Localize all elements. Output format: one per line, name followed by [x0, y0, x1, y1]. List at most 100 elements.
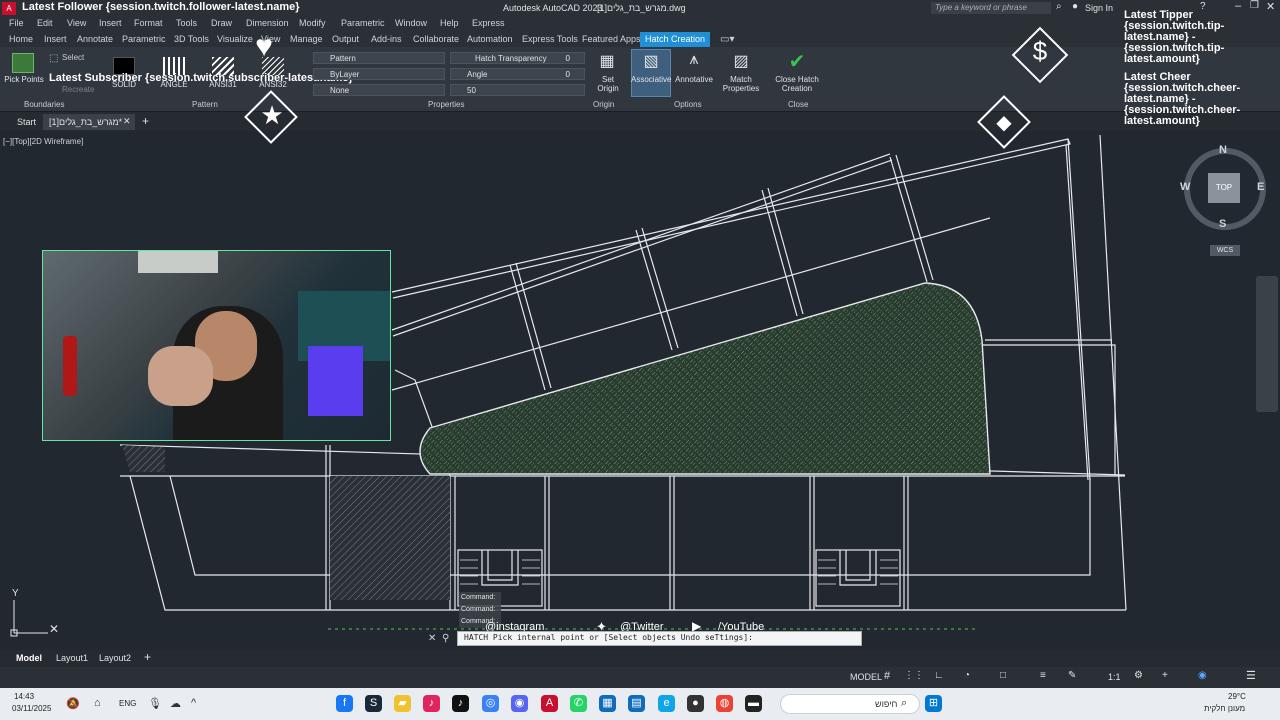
command-customize-icon[interactable]: ⚲ [442, 633, 449, 644]
hatch-color-combo[interactable]: ByLayer [313, 68, 445, 80]
menu-express[interactable]: Express [472, 18, 505, 28]
angle-field[interactable]: Angle 0 [450, 68, 585, 80]
discord-icon[interactable]: ◉ [511, 695, 528, 712]
close-check-icon[interactable]: ✔ [786, 49, 808, 74]
compass-east[interactable]: E [1257, 181, 1264, 193]
taskbar-date[interactable]: 03/11/2025 [12, 704, 51, 713]
plus-icon[interactable]: + [1162, 670, 1168, 681]
wcs-menu[interactable]: WCS [1210, 245, 1240, 256]
annotation-scale[interactable]: 1:1 [1108, 672, 1121, 682]
compass-south[interactable]: S [1219, 218, 1226, 230]
user-icon[interactable]: ● [1072, 1, 1078, 12]
annotative-button[interactable]: Annotative [674, 75, 714, 84]
layout2-tab[interactable]: Layout2 [99, 653, 131, 663]
autocad-logo-icon[interactable]: A [2, 2, 16, 15]
select-button[interactable]: Select [62, 53, 84, 62]
music-app-icon[interactable]: ♪ [423, 695, 440, 712]
menu-help[interactable]: Help [440, 18, 459, 28]
command-close-icon[interactable]: ✕ [428, 633, 436, 644]
browser-icon[interactable]: ◎ [482, 695, 499, 712]
hatch-transparency-field[interactable]: Hatch Transparency 0 [450, 52, 585, 64]
cloud-icon[interactable]: ☁ [170, 697, 181, 710]
calculator-icon[interactable]: ▦ [599, 695, 616, 712]
menu-view[interactable]: View [67, 18, 86, 28]
tiktok-icon[interactable]: ♪ [452, 695, 469, 712]
scale-field[interactable]: 50 [450, 84, 585, 96]
snap-icon[interactable]: ⋮⋮ [904, 670, 924, 681]
taskbar-time[interactable]: 14:43 [14, 692, 34, 701]
menu-file[interactable]: File [9, 18, 24, 28]
tab-featured-apps[interactable]: Featured Apps [582, 34, 641, 44]
tab-automation[interactable]: Automation [467, 34, 513, 44]
panel-boundaries[interactable]: Boundaries [24, 100, 64, 109]
tab-manage[interactable]: Manage [290, 34, 323, 44]
menu-modify[interactable]: Modify [299, 18, 326, 28]
facebook-icon[interactable]: f [336, 695, 353, 712]
model-space-toggle[interactable]: MODEL [850, 672, 882, 682]
tray-chevron-icon[interactable]: ^ [191, 697, 196, 709]
whatsapp-icon[interactable]: ✆ [570, 695, 587, 712]
menu-dimension[interactable]: Dimension [246, 18, 289, 28]
menu-parametric[interactable]: Parametric [341, 18, 385, 28]
search-icon[interactable]: ⌕ [1056, 1, 1062, 12]
isolate-icon[interactable]: ◉ [1198, 670, 1207, 681]
annotation-icon[interactable]: ✎ [1068, 670, 1076, 681]
autocad-taskbar-icon[interactable]: A [541, 695, 558, 712]
select-objects-icon[interactable]: ⬚ [49, 53, 58, 64]
microphone-icon[interactable]: 🎙 [148, 697, 162, 710]
panel-origin[interactable]: Origin [593, 100, 614, 109]
panel-options[interactable]: Options [674, 100, 702, 109]
panel-close[interactable]: Close [788, 100, 808, 109]
set-origin-icon[interactable]: ▦ [597, 51, 617, 71]
lineweight-icon[interactable]: ≡ [1040, 670, 1046, 681]
customize-menu-icon[interactable]: ☰ [1246, 669, 1256, 682]
tab-add-ins[interactable]: Add-ins [371, 34, 402, 44]
terminal-icon[interactable]: ▬ [745, 695, 762, 712]
tab-annotate[interactable]: Annotate [77, 34, 113, 44]
weather-temp[interactable]: 29°C [1228, 692, 1246, 701]
annotative-icon[interactable]: ⩚ [684, 51, 704, 69]
windows-start-icon[interactable]: ⊞ [925, 695, 942, 712]
match-properties-button[interactable]: Match Properties [719, 75, 763, 93]
search-box[interactable]: Type a keyword or phrase [931, 2, 1051, 14]
taskbar-search-box[interactable]: חיפוש ⌕ [780, 694, 920, 714]
background-color-combo[interactable]: None [313, 84, 445, 96]
steam-icon[interactable]: S [365, 695, 382, 712]
recreate-button[interactable]: Recreate [62, 85, 94, 94]
settings-gear-icon[interactable]: ⚙ [1134, 670, 1143, 681]
menu-tools[interactable]: Tools [176, 18, 197, 28]
drawing-file-tab[interactable]: מגרש_בת_גלים[1]* ✕ [43, 114, 135, 130]
layout1-tab[interactable]: Layout1 [56, 653, 88, 663]
language-indicator[interactable]: ENG [119, 699, 136, 708]
tab-3d-tools[interactable]: 3D Tools [174, 34, 209, 44]
store-icon[interactable]: ▤ [628, 695, 645, 712]
sign-in-link[interactable]: Sign In [1085, 3, 1113, 13]
obs-icon[interactable]: ● [687, 695, 704, 712]
file-explorer-icon[interactable]: ▰ [394, 695, 411, 712]
new-tab-plus-icon[interactable]: + [142, 114, 149, 128]
start-tab[interactable]: Start [17, 117, 36, 127]
close-tab-icon[interactable]: ✕ [123, 116, 131, 127]
osnap-icon[interactable]: □ [1000, 670, 1006, 681]
ribbon-options-icon[interactable]: ▭▾ [720, 34, 734, 45]
pick-points-icon[interactable] [12, 53, 34, 73]
network-icon[interactable]: ⌂ [94, 697, 101, 709]
tab-home[interactable]: Home [9, 34, 33, 44]
ortho-icon[interactable]: ∟ [934, 670, 944, 681]
notification-icon[interactable]: 🔕 [66, 697, 80, 710]
match-properties-icon[interactable]: ▨ [731, 51, 751, 71]
navigation-bar[interactable] [1256, 276, 1278, 412]
tab-parametric[interactable]: Parametric [122, 34, 166, 44]
panel-pattern[interactable]: Pattern [192, 100, 218, 109]
menu-window[interactable]: Window [395, 18, 427, 28]
model-tab[interactable]: Model [16, 653, 42, 663]
set-origin-button[interactable]: Set Origin [592, 75, 624, 93]
panel-properties[interactable]: Properties [428, 100, 464, 109]
command-line[interactable]: HATCH Pick internal point or [Select obj… [457, 631, 862, 646]
compass-west[interactable]: W [1180, 181, 1190, 193]
edge-icon[interactable]: e [658, 695, 675, 712]
menu-edit[interactable]: Edit [37, 18, 53, 28]
chrome-icon[interactable]: ◍ [716, 695, 733, 712]
menu-format[interactable]: Format [134, 18, 163, 28]
grid-icon[interactable]: # [884, 670, 890, 682]
